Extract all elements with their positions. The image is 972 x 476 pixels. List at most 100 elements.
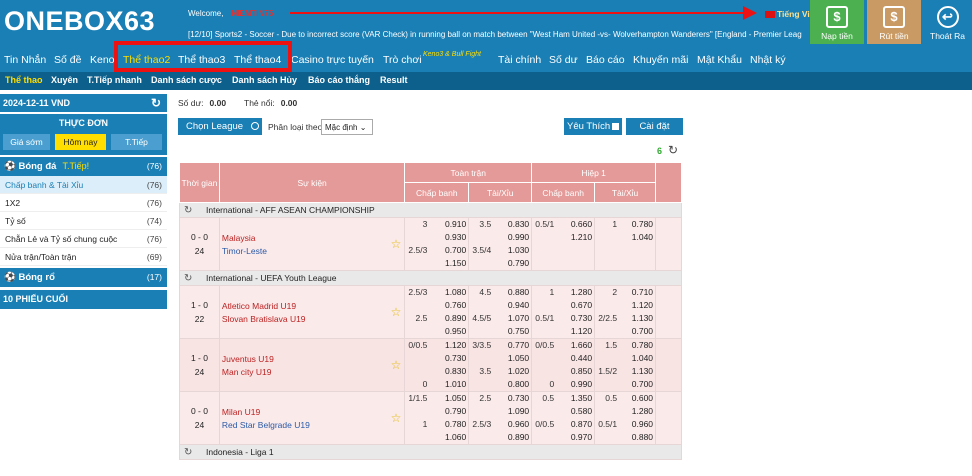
odds-value[interactable]: 0.850 (554, 365, 592, 378)
odds-value[interactable]: 0.760 (427, 299, 466, 312)
odds-value[interactable]: 1.150 (427, 257, 466, 270)
odds-value[interactable]: 1.040 (617, 352, 653, 365)
odds-value[interactable]: 1.060 (427, 431, 466, 444)
tab-today[interactable]: Hôm nay (55, 134, 106, 150)
odds-value[interactable]: 1.090 (491, 405, 529, 418)
odds-value[interactable]: 1.070 (491, 312, 529, 325)
subnav-win-report[interactable]: Báo cáo thắng (308, 75, 370, 85)
odds-value[interactable]: 0.880 (617, 431, 653, 444)
subnav-quick-live[interactable]: T.Tiếp nhanh (87, 75, 142, 85)
odds-value[interactable]: 0.960 (491, 418, 529, 431)
odds-value[interactable]: 1.280 (617, 405, 653, 418)
nav-item-lottery[interactable]: Số đề (54, 54, 81, 66)
odds-value[interactable]: 0.670 (554, 299, 592, 312)
sport-soccer[interactable]: ⚽ Bóng đá T.Tiếp! (76) (0, 157, 167, 176)
odds-value[interactable] (554, 257, 592, 270)
subnav-parlay[interactable]: Xuyên (51, 75, 78, 85)
odds-value[interactable]: 0.950 (427, 325, 466, 338)
odds-value[interactable]: 0.960 (617, 418, 653, 431)
odds-value[interactable]: 0.890 (491, 431, 529, 444)
refresh-icon[interactable]: ↻ (151, 96, 161, 110)
nav-item-password[interactable]: Mật Khẩu (697, 54, 742, 66)
favorite-star-icon[interactable]: ☆ (391, 237, 402, 251)
odds-value[interactable]: 1.050 (491, 352, 529, 365)
odds-value[interactable]: 1.010 (427, 378, 466, 391)
subnav-bet-list[interactable]: Danh sách cược (151, 75, 222, 85)
odds-value[interactable]: 0.790 (427, 405, 466, 418)
favorite-button[interactable]: Yêu Thích (564, 118, 622, 135)
odds-value[interactable]: 0.940 (491, 299, 529, 312)
withdraw-button[interactable]: $ Rút tiền (867, 0, 921, 44)
nav-item-keno[interactable]: Keno (90, 54, 115, 66)
subnav-sports[interactable]: Thể thao (5, 75, 43, 85)
odds-value[interactable]: 1.130 (617, 365, 653, 378)
odds-value[interactable]: 0.730 (427, 352, 466, 365)
last-tickets-header[interactable]: 10 PHIẾU CUỐI (0, 290, 167, 309)
odds-value[interactable]: 1.080 (427, 286, 466, 299)
odds-value[interactable]: 0.990 (554, 378, 592, 391)
odds-value[interactable]: 0.780 (427, 418, 466, 431)
nav-item-casino[interactable]: Casino trực tuyến (291, 54, 374, 66)
refresh-icon[interactable]: ↻ (668, 143, 678, 157)
odds-value[interactable]: 1.030 (491, 244, 529, 257)
odds-value[interactable]: 0.830 (491, 218, 529, 231)
odds-value[interactable]: 0.700 (617, 378, 653, 391)
odds-value[interactable]: 0.890 (427, 312, 466, 325)
sort-select[interactable]: Mặc định ⌄ (321, 119, 373, 135)
sidebar-item-ht-ft[interactable]: Nửa trận/Toàn trận (69) (0, 248, 167, 266)
odds-value[interactable]: 0.970 (554, 431, 592, 444)
odds-value[interactable] (617, 257, 653, 270)
odds-value[interactable]: 0.880 (491, 286, 529, 299)
nav-item-finance[interactable]: Tài chính (498, 54, 541, 66)
odds-value[interactable]: 0.800 (491, 378, 529, 391)
settings-button[interactable]: Cài đặt (626, 118, 683, 135)
odds-value[interactable]: 1.120 (617, 299, 653, 312)
odds-value[interactable]: 0.580 (554, 405, 592, 418)
odds-value[interactable]: 0.830 (427, 365, 466, 378)
logout-button[interactable]: ↩ Thoát Ra (923, 0, 972, 44)
odds-value[interactable]: 0.710 (617, 286, 653, 299)
refresh-icon[interactable]: ↻ (184, 273, 206, 284)
odds-value[interactable]: 0.700 (617, 325, 653, 338)
odds-value[interactable]: 1.660 (554, 339, 592, 352)
odds-value[interactable]: 0.730 (554, 312, 592, 325)
odds-value[interactable]: 0.770 (491, 339, 529, 352)
odds-value[interactable]: 0.730 (491, 392, 529, 405)
nav-item-promotion[interactable]: Khuyến mãi (633, 54, 688, 66)
odds-value[interactable] (554, 244, 592, 257)
sidebar-item-correct-score[interactable]: Tỷ số (74) (0, 212, 167, 230)
odds-value[interactable]: 1.280 (554, 286, 592, 299)
odds-value[interactable]: 1.020 (491, 365, 529, 378)
odds-value[interactable]: 0.600 (617, 392, 653, 405)
nav-item-report[interactable]: Báo cáo (586, 54, 625, 66)
nav-item-log[interactable]: Nhật ký (750, 54, 786, 66)
odds-value[interactable]: 1.040 (617, 231, 653, 244)
odds-value[interactable]: 1.350 (554, 392, 592, 405)
nav-item-games[interactable]: Trò chơi (383, 54, 422, 66)
odds-value[interactable]: 0.790 (491, 257, 529, 270)
refresh-icon[interactable]: ↻ (184, 205, 206, 216)
sport-basketball[interactable]: ⚽ Bóng rổ (17) (0, 268, 167, 287)
deposit-button[interactable]: $ Nạp tiền (810, 0, 864, 44)
odds-value[interactable]: 0.930 (427, 231, 466, 244)
nav-item-balance[interactable]: Số dư (549, 54, 578, 66)
odds-value[interactable]: 1.120 (427, 339, 466, 352)
odds-value[interactable] (617, 244, 653, 257)
odds-value[interactable]: 0.870 (554, 418, 592, 431)
subnav-result[interactable]: Result (380, 75, 408, 85)
favorite-star-icon[interactable]: ☆ (391, 305, 402, 319)
odds-value[interactable]: 1.130 (617, 312, 653, 325)
odds-value[interactable]: 0.990 (491, 231, 529, 244)
odds-value[interactable]: 0.700 (427, 244, 466, 257)
subnav-cancel-list[interactable]: Danh sách Hủy (232, 75, 297, 85)
tab-live[interactable]: T.Tiếp (111, 134, 162, 150)
odds-value[interactable]: 0.750 (491, 325, 529, 338)
refresh-icon[interactable]: ↻ (184, 447, 206, 458)
odds-value[interactable]: 1.210 (554, 231, 592, 244)
sidebar-item-1x2[interactable]: 1X2 (76) (0, 194, 167, 212)
tab-early[interactable]: Giá sớm (3, 134, 50, 150)
favorite-star-icon[interactable]: ☆ (391, 358, 402, 372)
choose-league-button[interactable]: Chọn League (178, 118, 262, 135)
odds-value[interactable]: 0.780 (617, 218, 653, 231)
odds-value[interactable]: 0.910 (427, 218, 466, 231)
